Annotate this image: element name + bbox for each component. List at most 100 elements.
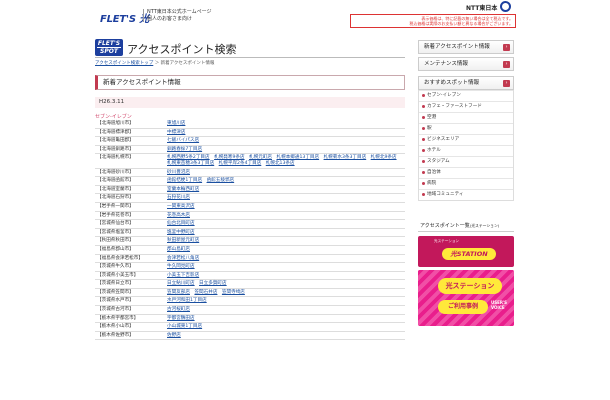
store-link[interactable]: 札幌元町店 — [249, 155, 272, 160]
store-link[interactable]: 日立鮎川町店 — [167, 281, 195, 286]
prefecture-cell: 【福島県郡山市】 — [95, 245, 163, 255]
stores-cell: 古河桜町店 — [163, 305, 405, 315]
flets-spot-logo: FLET'S SPOT — [95, 39, 123, 56]
store-link[interactable]: 東旭川店 — [167, 121, 185, 126]
prefecture-cell: 【茨城県水戸市】 — [95, 296, 163, 307]
maintenance-button[interactable]: メンテナンス情報 › — [418, 57, 514, 71]
sidebar-spot-item[interactable]: セブン-イレブン — [419, 90, 513, 101]
page-title: アクセスポイント検索 — [127, 43, 237, 56]
store-link[interactable]: 一関東高沢店 — [167, 204, 195, 209]
banner1-caption: 光ステーション — [434, 239, 460, 243]
store-link[interactable]: 佐野店 — [167, 333, 181, 338]
stores-cell: 日立鮎川町店 日立多賀町店 — [163, 279, 405, 289]
recommended-spots-list: セブン-イレブン カフェ・ファーストフード 空港駅ビジネスエリア ホテル スタジアム 自治… — [418, 90, 514, 201]
store-link[interactable]: 牛久岡見町店 — [167, 264, 195, 269]
sidebar-spot-item[interactable]: ホテル — [419, 145, 513, 156]
store-link[interactable]: 札幌西野5条2丁目店 — [167, 155, 210, 160]
banner2-title: 光ステーション — [438, 278, 502, 294]
sidebar-spot-item[interactable]: カフェ・ファーストフード — [419, 101, 513, 112]
store-link[interactable]: 札幌発寒9条店 — [214, 155, 245, 160]
ntt-east-name[interactable]: NTT東日本 — [466, 3, 497, 12]
sidebar-spot-item[interactable]: スタジアム — [419, 156, 513, 167]
store-link[interactable]: 日立多賀町店 — [199, 281, 227, 286]
stores-cell: 会津若松八角店 — [163, 254, 405, 264]
prefecture-cell: 【茨城県笠間市】 — [95, 288, 163, 298]
store-link[interactable]: 笠間石井店 — [194, 290, 217, 295]
store-link[interactable]: 塩釜中野町店 — [167, 230, 195, 235]
table-row: 【北海道室蘭市】 室蘭本輪西町店 — [95, 185, 405, 195]
breadcrumb-separator: ＞ — [154, 61, 160, 66]
banner2-subtitle: ご利用事例 — [438, 300, 488, 314]
ntt-east-logo-icon[interactable] — [500, 1, 511, 12]
stores-cell: 砂川豊沼店 — [163, 168, 405, 178]
store-link[interactable]: 小美玉下吉影店 — [167, 273, 199, 278]
maintenance-label: メンテナンス情報 — [424, 61, 468, 67]
stores-cell: 塩釜中野町店 — [163, 228, 405, 238]
hikari-station-banner[interactable]: 光ステーション 光STATION — [418, 236, 514, 267]
logo-separator — [143, 9, 144, 22]
prefecture-cell: 【岩手県花巻市】 — [95, 211, 163, 221]
table-row: 【茨城県小美玉市】 小美玉下吉影店 — [95, 271, 405, 281]
store-link[interactable]: 札幌平岸2条4丁目店 — [219, 161, 262, 166]
sidebar-spot-item[interactable]: 自治体 — [419, 167, 513, 178]
store-link[interactable]: 釧路春採7丁目店 — [167, 147, 202, 152]
store-link[interactable]: 古河桜町店 — [167, 307, 190, 312]
sidebar-spot-item[interactable]: 空港 — [419, 112, 513, 123]
store-link[interactable]: 宇都宮鶴田店 — [167, 316, 195, 321]
store-link[interactable]: 室蘭本輪西町店 — [167, 187, 199, 192]
store-link[interactable]: 仙台北目町店 — [167, 221, 195, 226]
store-link[interactable]: 砂川豊沼店 — [167, 170, 190, 175]
stores-cell: 笠間友部店 笠間石井店 笠間寺崎店 — [163, 288, 405, 298]
store-link[interactable]: 札幌東苗穂3条3丁目店 — [167, 161, 214, 166]
prefecture-cell: 【栃木県宇都宮市】 — [95, 314, 163, 324]
prefecture-cell: 【茨城県牛久市】 — [95, 262, 163, 272]
table-row: 【岩手県一関市】 一関東高沢店 — [95, 202, 405, 212]
sidebar-spot-item[interactable]: ビジネスエリア — [419, 134, 513, 145]
store-link[interactable]: 小山城東1丁目店 — [167, 324, 202, 329]
user-voice-banner[interactable]: 光ステーション ご利用事例 USER'S VOICE — [418, 270, 514, 326]
store-link[interactable]: 会津若松八角店 — [167, 256, 199, 261]
ntt-site-line1: NTT東日本公式ホームページ — [147, 9, 212, 15]
sidebar-spot-item[interactable]: 地域コミュニティ — [419, 189, 513, 200]
tax-notice-line2: 税込価格は実際のお支払い額と異なる場合がございます。 — [409, 21, 513, 26]
table-row: 【茨城県笠間市】 笠間友部店 笠間石井店 笠間寺崎店 — [95, 288, 405, 298]
prefecture-cell: 【北海道函館市】 — [95, 176, 163, 186]
prefecture-cell: 【北海道室蘭市】 — [95, 185, 163, 195]
stores-cell: 花巻高木店 — [163, 211, 405, 221]
flets-hikari-logo[interactable]: FLET'S 光 — [100, 10, 149, 25]
store-link[interactable]: 水戸河和田1丁目店 — [167, 298, 207, 303]
recommended-spots-header[interactable]: おすすめスポット情報 › — [418, 76, 514, 90]
stores-cell: 秋田新屋元町店 — [163, 236, 405, 246]
sidebar-spot-item[interactable]: 駅 — [419, 123, 513, 134]
table-row: 【岩手県花巻市】 花巻高木店 — [95, 211, 405, 221]
store-link[interactable]: 札幌北13条店 — [266, 161, 295, 166]
stores-cell: 札幌西野5条2丁目店 札幌発寒9条店 札幌元町店 札幌本郷通13丁目店 札幌菊水… — [163, 153, 405, 169]
store-link[interactable]: 札幌本郷通13丁目店 — [277, 155, 320, 160]
store-link[interactable]: 札幌菊水3条3丁目店 — [324, 155, 367, 160]
access-point-list-label: アクセスポイント一覧 — [420, 223, 470, 229]
store-link[interactable]: 中標津店 — [167, 130, 185, 135]
store-link[interactable]: 笠間寺崎店 — [222, 290, 245, 295]
store-link[interactable]: 石狩花川店 — [167, 195, 190, 200]
prefecture-cell: 【岩手県一関市】 — [95, 202, 163, 212]
store-link[interactable]: 花巻高木店 — [167, 213, 190, 218]
category-label: セブン-イレブン — [95, 114, 132, 120]
prefecture-cell: 【北海道石狩市】 — [95, 193, 163, 203]
table-row: 【秋田県秋田市】 秋田新屋元町店 — [95, 236, 405, 246]
store-link[interactable]: 秋田新屋元町店 — [167, 238, 199, 243]
new-access-point-label: 新着アクセスポイント情報 — [424, 44, 490, 50]
store-link[interactable]: 函館桔梗1丁目店 — [167, 178, 202, 183]
table-row: 【宮城県仙台市】 仙台北目町店 — [95, 219, 405, 229]
store-link[interactable]: 函館五稜郭店 — [207, 178, 235, 183]
breadcrumb-home-link[interactable]: アクセスポイント検索トップ — [95, 61, 153, 66]
stores-cell: 郡山島町店 — [163, 245, 405, 255]
store-link[interactable]: 郡山島町店 — [167, 247, 190, 252]
store-link[interactable]: 笠間友部店 — [167, 290, 190, 295]
store-link[interactable]: 七飯バイパス店 — [167, 138, 199, 143]
recommended-spots-label: おすすめスポット情報 — [424, 80, 480, 86]
table-row: 【北海道函館市】 函館桔梗1丁目店 函館五稜郭店 — [95, 176, 405, 186]
store-link[interactable]: 札幌北9条店 — [371, 155, 397, 160]
sidebar-spot-item[interactable]: 病院 — [419, 178, 513, 189]
new-access-point-button[interactable]: 新着アクセスポイント情報 › — [418, 40, 514, 54]
prefecture-cell: 【宮城県仙台市】 — [95, 219, 163, 229]
